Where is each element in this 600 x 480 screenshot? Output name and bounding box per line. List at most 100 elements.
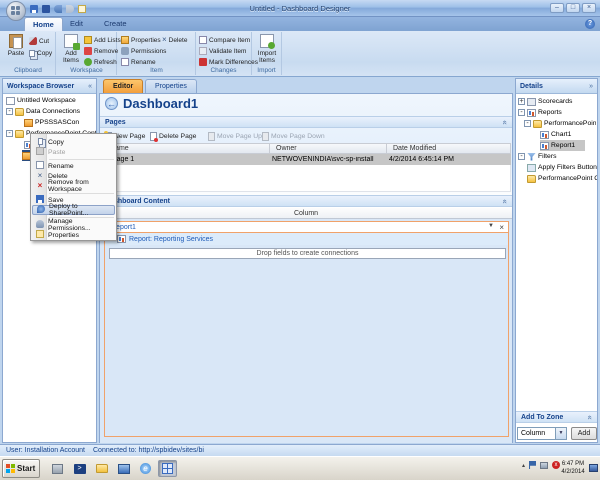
- menu-item-remove-from-workspace[interactable]: × Remove from Workspace: [32, 181, 115, 191]
- expander-icon[interactable]: -: [524, 120, 531, 127]
- menu-item-manage-permissions[interactable]: Manage Permissions...: [32, 220, 115, 230]
- taskbar-clock[interactable]: 6:47 PM 4/2/2014: [558, 460, 588, 476]
- compare-item-button[interactable]: Compare Item: [199, 35, 250, 45]
- internet-explorer-icon: e: [140, 463, 151, 474]
- quicklaunch-server-manager[interactable]: [48, 460, 67, 477]
- quicklaunch-network[interactable]: [114, 460, 133, 477]
- menu-item-paste[interactable]: Paste: [32, 147, 115, 157]
- add-items-button[interactable]: Add Items: [58, 34, 84, 64]
- report-close-icon[interactable]: ×: [499, 223, 504, 232]
- quicklaunch-explorer[interactable]: [92, 460, 111, 477]
- dashboard-content-section-header[interactable]: Dashboard Content «: [100, 195, 512, 207]
- tree-item-untitled-workspace[interactable]: Untitled Workspace: [6, 95, 96, 106]
- expander-icon[interactable]: -: [6, 130, 13, 137]
- dashboard-designer-icon: [162, 463, 173, 474]
- cut-button[interactable]: Cut: [29, 36, 49, 46]
- tab-create[interactable]: Create: [96, 17, 135, 31]
- permissions-button[interactable]: Permissions: [121, 46, 166, 56]
- details-item-reports[interactable]: - Reports: [518, 107, 596, 118]
- section-collapse-icon[interactable]: «: [585, 415, 594, 419]
- section-collapse-icon[interactable]: «: [500, 199, 509, 203]
- report-dropdown-icon[interactable]: ▼: [488, 223, 494, 229]
- menu-item-properties[interactable]: Properties: [32, 230, 115, 240]
- details-item-pp-content[interactable]: - PerformancePoint Content: [524, 118, 596, 129]
- pages-section-header[interactable]: Pages «: [100, 116, 512, 128]
- action-center-flag-icon[interactable]: [529, 461, 536, 469]
- zone-dropdown[interactable]: Column ▼: [517, 427, 567, 440]
- workspace-file-icon: [6, 97, 15, 105]
- move-page-down-button[interactable]: Move Page Down: [262, 130, 325, 142]
- expander-icon[interactable]: -: [518, 109, 525, 116]
- redo-icon[interactable]: [66, 5, 74, 13]
- status-user: User: Installation Account: [6, 447, 85, 454]
- language-indicator-icon[interactable]: [589, 464, 598, 472]
- maximize-button[interactable]: □: [566, 3, 580, 13]
- taskbar-dashboard-designer-active[interactable]: [158, 460, 177, 477]
- tab-editor[interactable]: Editor: [103, 79, 143, 93]
- mark-differences-button[interactable]: Mark Differences: [199, 57, 258, 67]
- drop-fields-target[interactable]: Drop fields to create connections: [109, 248, 506, 259]
- delete-page-button[interactable]: Delete Page: [150, 130, 196, 142]
- help-button[interactable]: ?: [585, 19, 595, 29]
- quicklaunch-powershell[interactable]: >: [70, 460, 89, 477]
- save-icon[interactable]: [30, 5, 38, 13]
- expand-panel-icon[interactable]: »: [589, 83, 593, 90]
- copy-button[interactable]: Copy: [29, 48, 52, 58]
- dropdown-arrow-icon[interactable]: ▼: [555, 428, 566, 439]
- copy-icon: [29, 50, 35, 57]
- details-item-chart1[interactable]: Chart1: [540, 129, 596, 140]
- details-header: Details »: [516, 79, 597, 94]
- dashboard-designer-logo-icon: [11, 6, 21, 16]
- details-item-report1-selected[interactable]: Report1: [540, 140, 585, 151]
- move-page-up-button[interactable]: Move Page Up: [208, 130, 262, 142]
- refresh-button[interactable]: Refresh: [84, 57, 117, 67]
- undo-icon[interactable]: [54, 5, 62, 13]
- menu-item-copy[interactable]: Copy: [32, 137, 115, 147]
- expander-icon[interactable]: -: [6, 108, 13, 115]
- tab-edit[interactable]: Edit: [62, 17, 91, 31]
- column-header-owner[interactable]: Owner: [270, 143, 387, 154]
- status-connection: Connected to: http://spbidev/sites/bi: [93, 447, 204, 454]
- office-button[interactable]: [6, 1, 26, 21]
- quicklaunch-internet-explorer[interactable]: e: [136, 460, 155, 477]
- table-row-page1[interactable]: Page 1 NETWOVENINDIA\svc-sp-install 4/2/…: [104, 154, 511, 165]
- tab-home[interactable]: Home: [24, 17, 63, 31]
- remove-button[interactable]: Remove: [84, 46, 118, 56]
- import-items-icon: [260, 34, 274, 48]
- column-header-date-modified[interactable]: Date Modified: [387, 143, 511, 154]
- cell-page-owner: NETWOVENINDIA\svc-sp-install: [272, 156, 374, 163]
- expander-icon[interactable]: -: [518, 153, 525, 160]
- add-to-zone-header[interactable]: Add To Zone «: [516, 411, 597, 423]
- collapse-panel-icon[interactable]: «: [88, 83, 92, 90]
- tree-item-ppsssascon[interactable]: PPSSSASCon: [24, 117, 96, 128]
- details-item-apply-filters-button[interactable]: Apply Filters Button: [527, 162, 597, 173]
- expander-icon[interactable]: +: [518, 98, 525, 105]
- paste-button[interactable]: Paste: [3, 34, 29, 57]
- validate-item-button[interactable]: Validate Item: [199, 46, 246, 56]
- menu-item-rename[interactable]: Rename: [32, 161, 115, 171]
- column-header-name[interactable]: Name: [104, 143, 270, 154]
- rename-button[interactable]: Rename: [121, 57, 156, 67]
- import-items-button[interactable]: Import Items: [254, 34, 280, 64]
- hidden-icons-arrow[interactable]: ▴: [522, 462, 525, 469]
- report-header[interactable]: Report1 ▼ ×: [105, 222, 508, 233]
- menu-item-deploy-to-sharepoint[interactable]: Deploy to SharePoint...: [32, 205, 115, 215]
- details-item-filters-pp-content[interactable]: PerformancePoint Content: [527, 173, 597, 184]
- details-item-filters[interactable]: - Filters: [518, 151, 596, 162]
- workspace-icon[interactable]: [42, 5, 50, 13]
- add-lists-button[interactable]: Add Lists: [84, 35, 121, 45]
- add-button[interactable]: Add: [571, 427, 597, 440]
- report-type-row[interactable]: Report: Reporting Services: [105, 233, 508, 245]
- tree-item-data-connections[interactable]: - Data Connections: [6, 106, 96, 117]
- properties-button[interactable]: Properties: [121, 35, 161, 45]
- delete-button[interactable]: ×Delete: [162, 35, 187, 45]
- start-button[interactable]: Start: [2, 459, 40, 478]
- tray-network-icon[interactable]: [540, 462, 548, 469]
- new-item-icon[interactable]: [78, 5, 86, 13]
- close-button[interactable]: ×: [582, 3, 596, 13]
- section-collapse-icon[interactable]: «: [500, 120, 509, 124]
- details-item-scorecards[interactable]: + Scorecards: [518, 96, 596, 107]
- minimize-button[interactable]: –: [550, 3, 564, 13]
- tab-properties[interactable]: Properties: [145, 79, 197, 93]
- back-button[interactable]: ←: [105, 97, 118, 110]
